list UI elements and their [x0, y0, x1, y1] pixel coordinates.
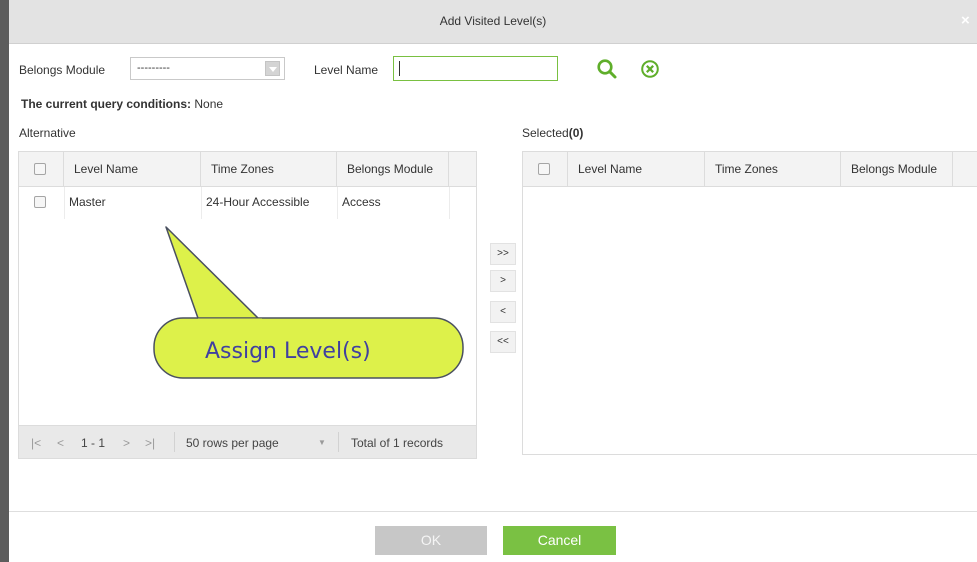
pager-divider [174, 432, 175, 452]
selected-label-text: Selected [522, 126, 569, 140]
next-page-button[interactable]: > [123, 436, 130, 450]
select-all-cell [523, 152, 568, 187]
select-all-cell [19, 152, 64, 187]
row-belongs-module: Access [342, 195, 381, 209]
footer-divider [9, 511, 977, 512]
query-conditions-label: The current query conditions: [21, 97, 192, 111]
move-all-left-button[interactable]: << [490, 331, 516, 353]
dialog-titlebar: Add Visited Level(s) × [9, 0, 977, 44]
query-conditions: The current query conditions: None [21, 97, 223, 111]
prev-page-button[interactable]: < [57, 436, 64, 450]
last-page-button[interactable]: >| [145, 436, 155, 450]
selected-grid-header: Level Name Time Zones Belongs Module [523, 152, 977, 187]
col-header-level-name[interactable]: Level Name [568, 152, 705, 187]
move-right-button[interactable]: > [490, 270, 516, 292]
add-visited-levels-dialog: Add Visited Level(s) × Belongs Module --… [9, 0, 977, 562]
col-header-time-zones[interactable]: Time Zones [705, 152, 841, 187]
chevron-down-icon[interactable] [265, 61, 280, 76]
search-icon[interactable] [596, 58, 618, 80]
selected-count: (0) [568, 126, 584, 140]
alternative-grid-header: Level Name Time Zones Belongs Module [19, 152, 476, 187]
first-page-button[interactable]: |< [31, 436, 41, 450]
move-left-button[interactable]: < [490, 301, 516, 323]
query-conditions-value: None [194, 97, 224, 111]
dialog-title: Add Visited Level(s) [439, 14, 547, 28]
chevron-down-icon[interactable]: ▼ [318, 438, 326, 447]
selected-label: Selected(0) [522, 126, 583, 140]
select-all-checkbox[interactable] [34, 163, 46, 175]
row-time-zones: 24-Hour Accessible [206, 195, 310, 209]
level-name-input[interactable] [393, 56, 558, 81]
pager-divider [338, 432, 339, 452]
move-all-right-button[interactable]: >> [490, 243, 516, 265]
ok-button[interactable]: OK [375, 526, 487, 555]
cell-divider [64, 187, 65, 219]
background-window-edge [0, 0, 9, 562]
alternative-pager: |< < 1 - 1 > >| 50 rows per page ▼ Total… [19, 425, 476, 458]
callout-text: Assign Level(s) [205, 339, 371, 364]
row-checkbox[interactable] [34, 196, 46, 208]
close-icon[interactable]: × [961, 12, 975, 29]
alternative-label: Alternative [19, 126, 76, 140]
text-caret [399, 61, 400, 76]
selected-grid: Level Name Time Zones Belongs Module [522, 151, 977, 455]
select-all-checkbox[interactable] [538, 163, 550, 175]
total-records: Total of 1 records [351, 436, 444, 450]
rows-per-page-select[interactable]: 50 rows per page [186, 436, 279, 450]
belongs-module-value: --------- [137, 62, 170, 74]
level-name-label: Level Name [314, 63, 379, 77]
col-header-level-name[interactable]: Level Name [64, 152, 201, 187]
row-level-name: Master [69, 195, 106, 209]
cancel-button[interactable]: Cancel [503, 526, 616, 555]
col-header-time-zones[interactable]: Time Zones [201, 152, 337, 187]
belongs-module-select[interactable]: --------- [130, 57, 285, 80]
col-header-belongs-module[interactable]: Belongs Module [337, 152, 449, 187]
clear-icon[interactable] [640, 59, 660, 79]
belongs-module-label: Belongs Module [19, 63, 106, 77]
col-header-belongs-module[interactable]: Belongs Module [841, 152, 953, 187]
page-range: 1 - 1 [81, 436, 106, 450]
